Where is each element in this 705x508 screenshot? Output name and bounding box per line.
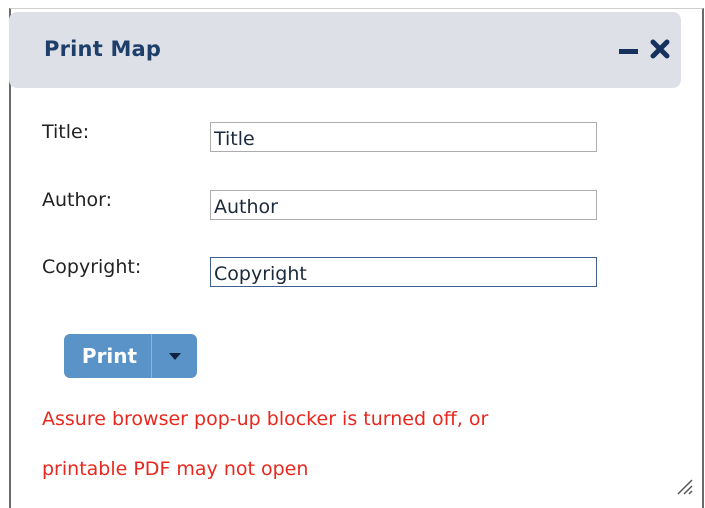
popup-warning-line-1: Assure browser pop-up blocker is turned … xyxy=(42,408,489,430)
print-options-dropdown[interactable] xyxy=(151,334,197,378)
print-split-button: Print xyxy=(64,334,197,378)
popup-warning-line-2: printable PDF may not open xyxy=(42,458,309,480)
copyright-input[interactable] xyxy=(210,257,597,287)
title-label: Title: xyxy=(42,121,90,143)
minimize-icon[interactable] xyxy=(619,49,638,54)
panel-header[interactable]: Print Map xyxy=(9,12,681,88)
panel-title: Print Map xyxy=(44,37,162,61)
chevron-down-icon xyxy=(168,352,181,360)
close-icon[interactable] xyxy=(649,36,671,62)
author-input[interactable] xyxy=(210,190,597,220)
print-button[interactable]: Print xyxy=(64,334,151,378)
author-label: Author: xyxy=(42,189,113,211)
copyright-label: Copyright: xyxy=(42,256,142,278)
resize-handle-icon[interactable] xyxy=(672,474,694,496)
title-input[interactable] xyxy=(210,122,597,152)
